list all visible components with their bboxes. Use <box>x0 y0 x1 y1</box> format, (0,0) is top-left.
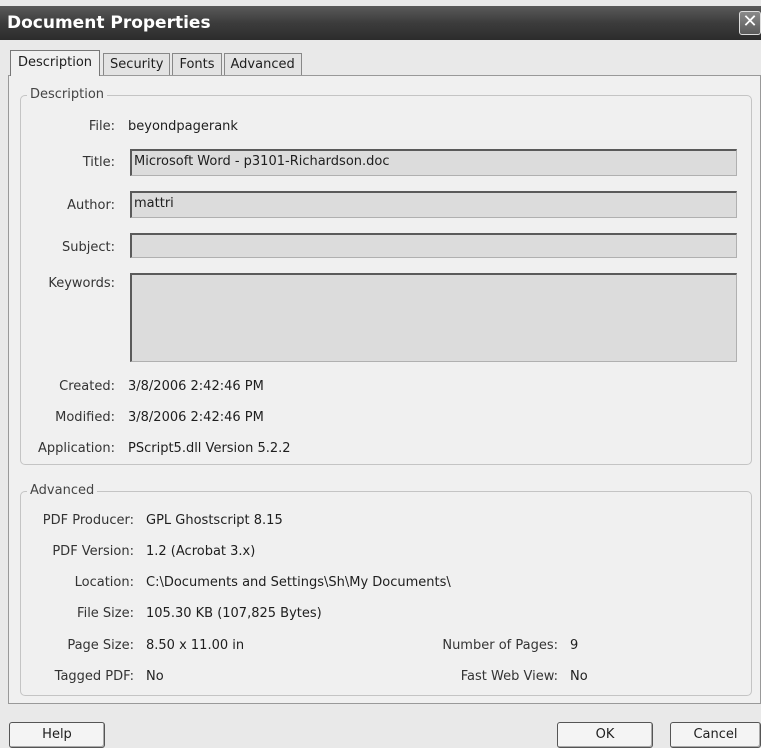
modified-value: 3/8/2006 2:42:46 PM <box>128 410 264 425</box>
application-label: Application: <box>37 441 115 456</box>
tab-security[interactable]: Security <box>103 53 171 76</box>
file-value: beyondpagerank <box>128 119 238 134</box>
help-button[interactable]: Help <box>9 722 105 748</box>
title-field[interactable]: Microsoft Word - p3101-Richardson.doc <box>130 149 737 176</box>
tab-panel: Description File: beyondpagerank Title: … <box>8 75 761 704</box>
pdf-version-value: 1.2 (Acrobat 3.x) <box>146 544 256 559</box>
keywords-field[interactable] <box>130 273 737 362</box>
page-size-label: Page Size: <box>67 638 134 653</box>
tab-fonts[interactable]: Fonts <box>172 53 222 76</box>
description-group: Description File: beyondpagerank Title: … <box>20 87 752 465</box>
subject-label: Subject: <box>62 240 115 255</box>
fast-web-view-label: Fast Web View: <box>460 669 558 684</box>
title-bar: Document Properties ✕ <box>0 6 761 40</box>
page-size-value: 8.50 x 11.00 in <box>146 638 245 653</box>
application-value: PScript5.dll Version 5.2.2 <box>128 441 291 456</box>
ok-button[interactable]: OK <box>557 722 653 748</box>
location-value: C:\Documents and Settings\Sh\My Document… <box>146 575 451 590</box>
title-label: Title: <box>82 155 115 170</box>
window-title: Document Properties <box>7 13 211 33</box>
pdf-version-label: PDF Version: <box>52 544 134 559</box>
subject-field[interactable] <box>130 233 737 258</box>
tab-advanced[interactable]: Advanced <box>223 53 302 76</box>
pdf-producer-value: GPL Ghostscript 8.15 <box>146 513 283 528</box>
author-label: Author: <box>67 198 115 213</box>
pdf-producer-label: PDF Producer: <box>42 513 134 528</box>
fast-web-view-value: No <box>570 669 588 684</box>
description-group-title: Description <box>27 87 108 103</box>
tagged-pdf-label: Tagged PDF: <box>54 669 134 684</box>
author-field[interactable]: mattri <box>130 191 737 218</box>
cancel-button[interactable]: Cancel <box>670 722 761 748</box>
modified-label: Modified: <box>55 410 115 425</box>
created-label: Created: <box>59 379 115 394</box>
close-icon[interactable]: ✕ <box>739 11 761 35</box>
keywords-label: Keywords: <box>48 276 115 291</box>
tab-description[interactable]: Description <box>10 50 101 76</box>
tagged-pdf-value: No <box>146 669 164 684</box>
advanced-group-title: Advanced <box>27 483 98 499</box>
file-size-label: File Size: <box>77 606 134 621</box>
advanced-group: Advanced PDF Producer: GPL Ghostscript 8… <box>20 483 752 696</box>
file-size-value: 105.30 KB (107,825 Bytes) <box>146 606 322 621</box>
location-label: Location: <box>74 575 134 590</box>
number-of-pages-value: 9 <box>570 638 579 653</box>
tab-bar: Description Security Fonts Advanced <box>10 50 304 76</box>
number-of-pages-label: Number of Pages: <box>442 638 558 653</box>
file-label: File: <box>88 119 115 134</box>
created-value: 3/8/2006 2:42:46 PM <box>128 379 264 394</box>
